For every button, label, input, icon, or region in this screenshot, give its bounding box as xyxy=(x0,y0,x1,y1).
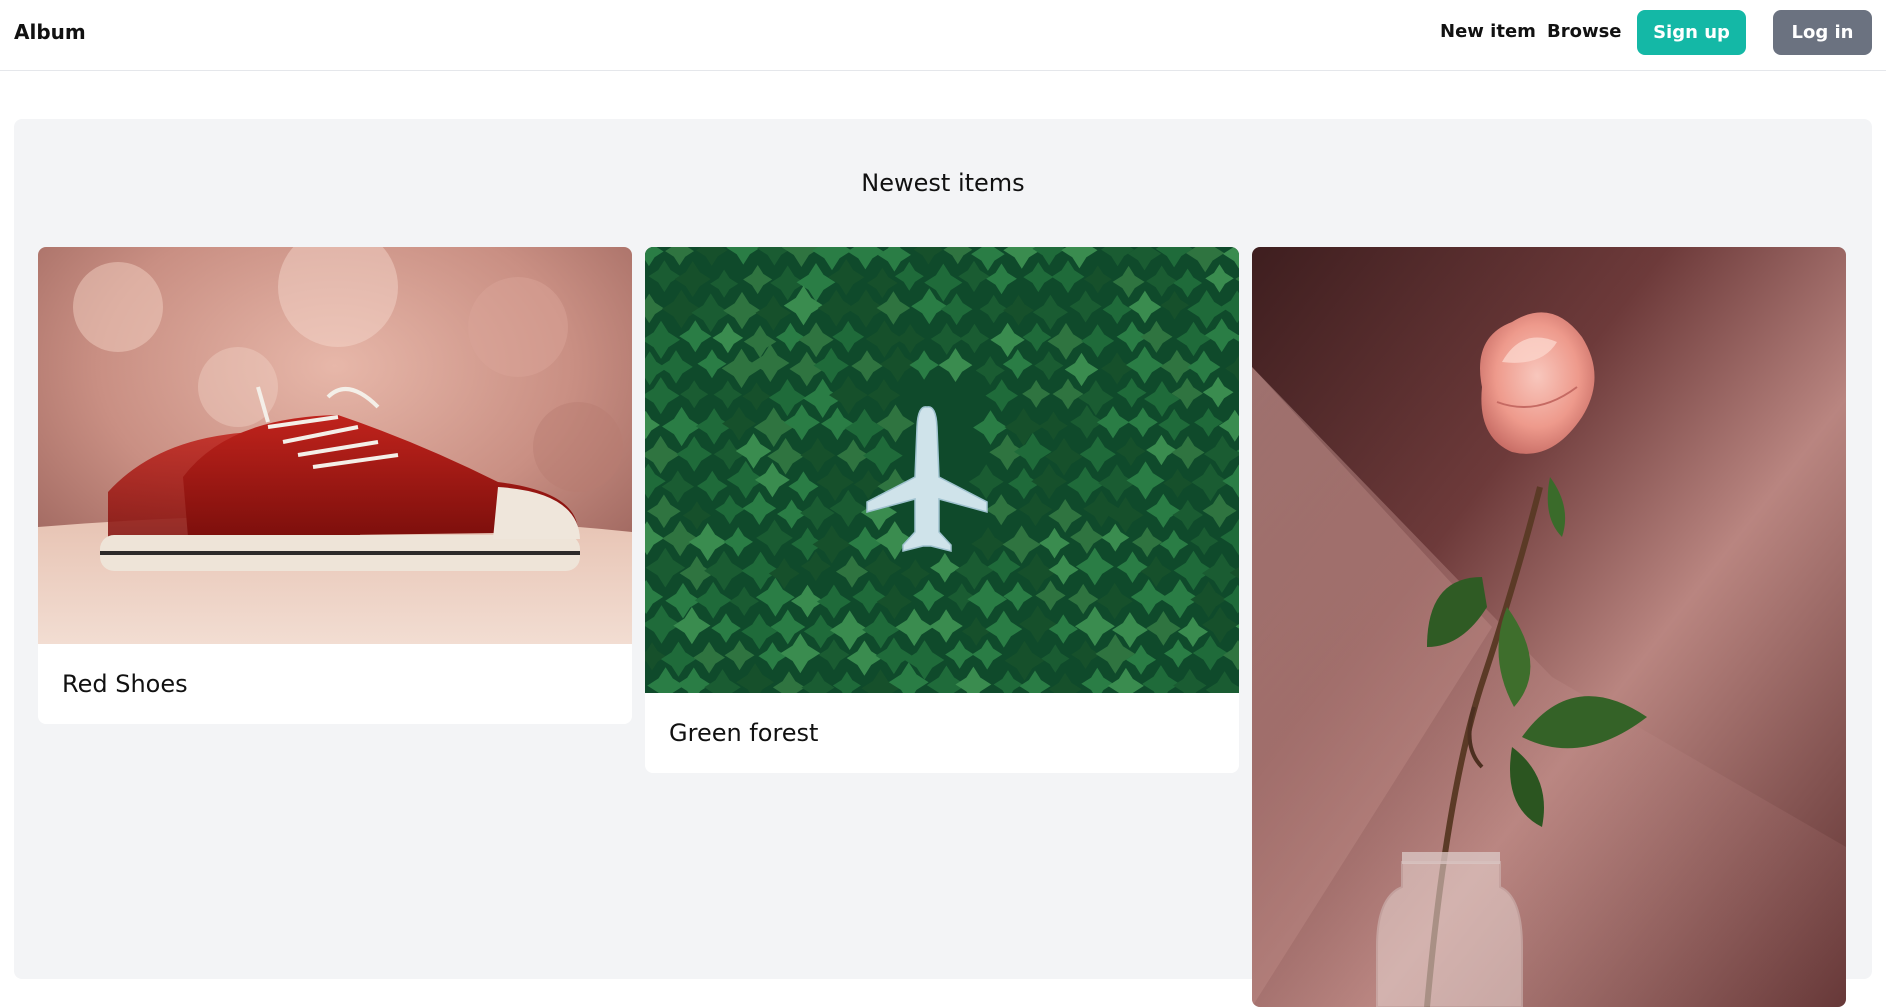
red-sneakers-image[interactable] xyxy=(38,247,632,644)
item-card-red-shoes[interactable]: Red Shoes xyxy=(38,247,632,724)
item-card-rose[interactable] xyxy=(1252,247,1846,1007)
brand-logo[interactable]: Album xyxy=(14,20,86,44)
login-button[interactable]: Log in xyxy=(1773,10,1872,55)
signup-button[interactable]: Sign up xyxy=(1637,10,1746,55)
item-card-green-forest[interactable]: Green forest xyxy=(645,247,1239,773)
airplane-forest-image[interactable] xyxy=(645,247,1239,693)
section-title: Newest items xyxy=(861,169,1025,197)
newest-items-panel: Newest items Red Shoes Green forest xyxy=(14,119,1872,1007)
item-label: Green forest xyxy=(669,719,819,747)
navbar: Album New item Browse Sign up Log in xyxy=(0,0,1886,71)
item-label: Red Shoes xyxy=(62,670,188,698)
nav-link-new-item[interactable]: New item xyxy=(1440,21,1536,42)
nav-link-browse[interactable]: Browse xyxy=(1547,21,1622,42)
rose-vase-image[interactable] xyxy=(1252,247,1846,1007)
